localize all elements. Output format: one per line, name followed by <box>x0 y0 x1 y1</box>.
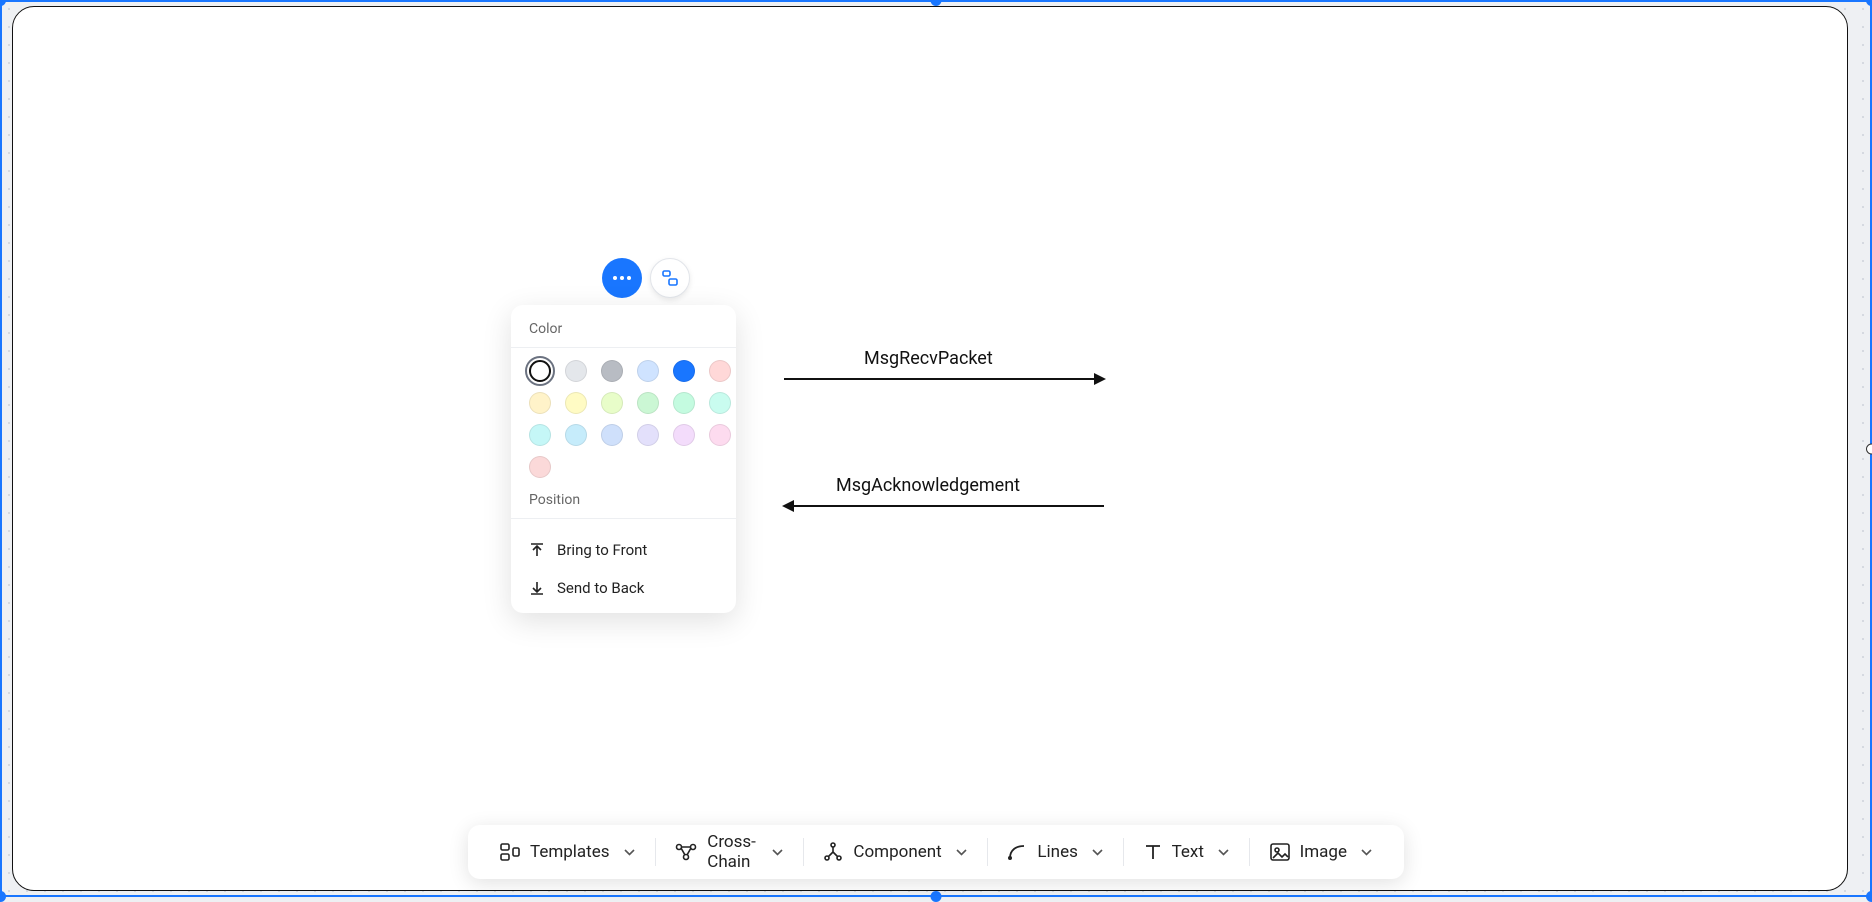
canvas[interactable]: Chain B MsgRecvPacket MsgAcknowledgement <box>0 0 1872 897</box>
chevron-down-icon <box>624 849 635 856</box>
text-icon <box>1144 843 1162 861</box>
image-tool[interactable]: Image <box>1250 825 1392 879</box>
arrow-label-msgacknowledgement: MsgAcknowledgement <box>836 475 1020 496</box>
divider <box>511 518 736 519</box>
color-swatch[interactable] <box>709 424 731 446</box>
bring-to-front-item[interactable]: Bring to Front <box>511 531 736 569</box>
connection-handle[interactable] <box>1866 443 1872 454</box>
chevron-down-icon <box>772 849 783 856</box>
color-swatch[interactable] <box>529 424 551 446</box>
cross-chain-tool[interactable]: Cross-Chain <box>655 825 802 879</box>
lines-tool[interactable]: Lines <box>987 825 1122 879</box>
color-swatch[interactable] <box>673 360 695 382</box>
text-tool[interactable]: Text <box>1124 825 1249 879</box>
color-swatch[interactable] <box>565 392 587 414</box>
image-label: Image <box>1300 842 1347 862</box>
color-swatch[interactable] <box>673 392 695 414</box>
color-swatch[interactable] <box>565 424 587 446</box>
chain-a-card <box>12 6 1848 891</box>
send-back-icon <box>529 580 545 596</box>
bring-to-front-label: Bring to Front <box>557 541 647 559</box>
bring-front-icon <box>529 542 545 558</box>
arrow-label-msgrecvpacket: MsgRecvPacket <box>864 348 993 369</box>
color-swatch[interactable] <box>637 392 659 414</box>
component-tool[interactable]: Component <box>803 825 986 879</box>
resize-handle[interactable] <box>0 0 6 6</box>
lines-icon <box>1007 843 1027 861</box>
templates-label: Templates <box>530 842 610 862</box>
arrowhead-icon <box>1094 373 1106 385</box>
cross-chain-icon <box>675 843 697 861</box>
arrow-msgrecvpacket[interactable] <box>784 378 1104 380</box>
component-label: Component <box>853 842 941 862</box>
templates-icon <box>500 843 520 861</box>
divider <box>511 347 736 348</box>
send-to-back-label: Send to Back <box>557 579 644 597</box>
color-swatch-grid <box>511 360 736 492</box>
color-swatch[interactable] <box>529 392 551 414</box>
component-icon <box>823 842 843 862</box>
resize-handle[interactable] <box>1866 0 1872 6</box>
selection-actions <box>602 258 690 298</box>
color-swatch[interactable] <box>637 424 659 446</box>
text-label: Text <box>1172 842 1204 862</box>
chevron-down-icon <box>956 849 967 856</box>
color-swatch[interactable] <box>709 392 731 414</box>
lines-label: Lines <box>1037 842 1077 862</box>
ellipsis-icon <box>613 276 631 280</box>
chain-a-node-selected[interactable] <box>0 0 245 288</box>
position-section-title: Position <box>511 492 736 518</box>
color-swatch[interactable] <box>673 424 695 446</box>
ungroup-icon <box>661 269 679 287</box>
bottom-toolbar: Templates Cross-Chain Component Lines Te… <box>468 825 1404 879</box>
color-swatch[interactable] <box>529 360 551 382</box>
color-swatch[interactable] <box>601 392 623 414</box>
more-actions-button[interactable] <box>602 258 642 298</box>
color-swatch[interactable] <box>601 424 623 446</box>
send-to-back-item[interactable]: Send to Back <box>511 569 736 607</box>
color-swatch[interactable] <box>709 360 731 382</box>
chevron-down-icon <box>1092 849 1103 856</box>
chevron-down-icon <box>1218 849 1229 856</box>
color-swatch[interactable] <box>637 360 659 382</box>
context-panel: Color Position Bring to Front Send to Ba… <box>511 305 736 613</box>
color-swatch[interactable] <box>601 360 623 382</box>
color-swatch[interactable] <box>565 360 587 382</box>
color-swatch[interactable] <box>529 456 551 478</box>
ungroup-button[interactable] <box>650 258 690 298</box>
color-section-title: Color <box>511 321 736 347</box>
image-icon <box>1270 843 1290 861</box>
arrow-msgacknowledgement[interactable] <box>784 505 1104 507</box>
cross-chain-label: Cross-Chain <box>707 832 757 872</box>
arrowhead-icon <box>782 500 794 512</box>
templates-tool[interactable]: Templates <box>480 825 655 879</box>
chevron-down-icon <box>1361 849 1372 856</box>
